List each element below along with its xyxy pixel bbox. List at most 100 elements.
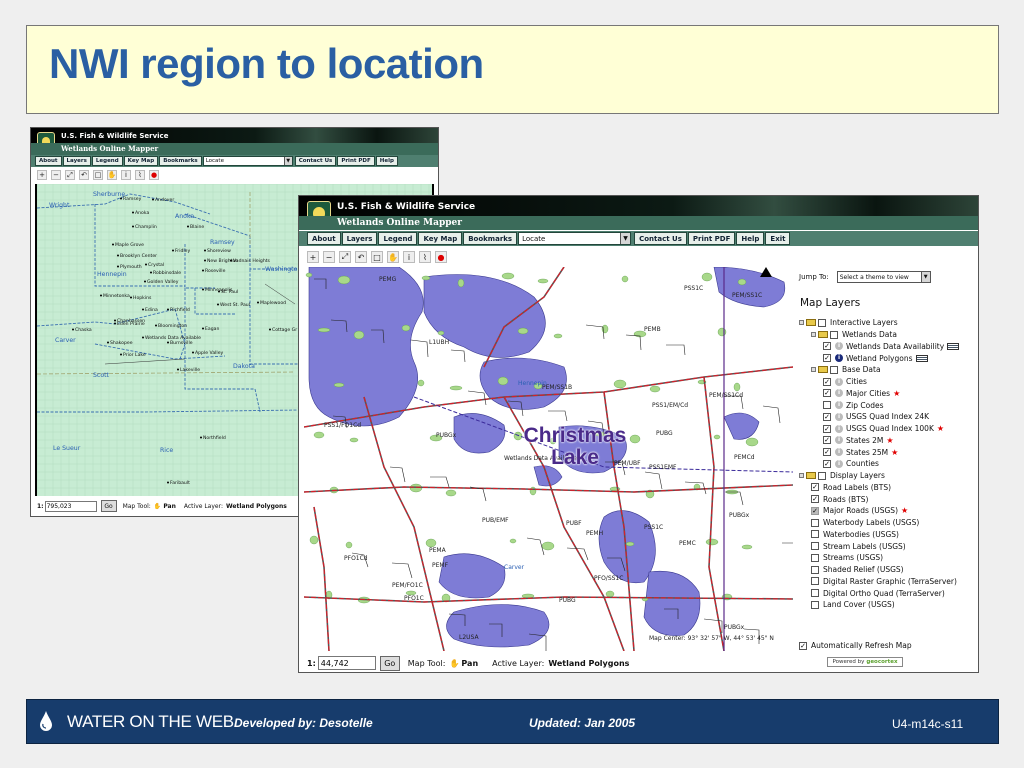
expand-toggle-icon[interactable]: [799, 320, 804, 326]
place-label: Richfield: [170, 307, 190, 313]
city-dot: [202, 327, 204, 330]
chevron-down-icon[interactable]: ▼: [283, 157, 292, 165]
auto-refresh-checkbox[interactable]: ✓: [799, 641, 807, 650]
wetland-code-label: PEMH: [586, 530, 603, 537]
menu-print-pdf[interactable]: Print PDF: [337, 156, 375, 166]
layer-checkbox[interactable]: [811, 518, 819, 527]
legend-icon[interactable]: [947, 342, 960, 350]
menu-legend[interactable]: Legend: [91, 156, 123, 166]
city-dot: [218, 290, 220, 293]
identify-icon[interactable]: i: [121, 170, 131, 180]
identify-icon[interactable]: i: [403, 251, 415, 263]
info-icon[interactable]: i: [835, 412, 843, 421]
layer-checkbox[interactable]: ✓: [811, 483, 819, 492]
theme-select[interactable]: Select a theme to view ▼: [836, 271, 931, 283]
layer-checkbox[interactable]: [811, 530, 819, 539]
menu-about[interactable]: About: [35, 156, 62, 166]
pan-hand-icon[interactable]: ✋: [107, 170, 117, 180]
info-icon[interactable]: i: [835, 459, 843, 468]
info-icon[interactable]: i: [835, 424, 843, 433]
menu-exit[interactable]: Exit: [765, 232, 791, 245]
menu-about[interactable]: About: [307, 232, 341, 245]
layer-checkbox[interactable]: [830, 330, 838, 339]
info-icon[interactable]: i: [835, 401, 843, 410]
expand-toggle-icon[interactable]: [799, 473, 804, 479]
zoom-out-icon[interactable]: −: [323, 251, 335, 263]
agency-name: U.S. Fish & Wildlife Service: [337, 202, 476, 212]
menu-contact-us[interactable]: Contact Us: [294, 156, 337, 166]
redline-icon[interactable]: ●: [149, 170, 159, 180]
city-dot: [204, 259, 206, 262]
wetland-code-label: PEMB: [644, 326, 661, 333]
scale-input[interactable]: [44, 500, 97, 512]
layer-checkbox[interactable]: ✓: [823, 354, 831, 363]
layer-checkbox[interactable]: ✓: [823, 342, 831, 351]
menu-help[interactable]: Help: [736, 232, 765, 245]
layer-checkbox[interactable]: [830, 365, 838, 374]
redline-icon[interactable]: ●: [435, 251, 447, 263]
menu-bookmarks[interactable]: Bookmarks: [463, 232, 518, 245]
menu-legend[interactable]: Legend: [378, 232, 418, 245]
locate-select[interactable]: Locate ▼: [202, 156, 293, 166]
layer-checkbox[interactable]: [811, 542, 819, 551]
go-button[interactable]: Go: [379, 655, 400, 671]
info-icon[interactable]: i: [835, 448, 843, 457]
info-icon[interactable]: i: [835, 436, 843, 445]
menu-key-map[interactable]: Key Map: [123, 156, 159, 166]
menu-bookmarks[interactable]: Bookmarks: [159, 156, 202, 166]
layer-checkbox[interactable]: [823, 401, 831, 410]
expand-toggle-icon[interactable]: [811, 367, 816, 373]
zoom-box-icon[interactable]: □: [371, 251, 383, 263]
layer-checkbox[interactable]: [811, 600, 819, 609]
layer-checkbox[interactable]: ✓: [823, 389, 831, 398]
layer-label: Wetlands Data Availability: [846, 341, 945, 351]
layer-checkbox[interactable]: ✓: [811, 495, 819, 504]
wetland-patch: [497, 376, 509, 386]
info-icon[interactable]: i: [835, 389, 843, 398]
layer-checkbox[interactable]: [811, 565, 819, 574]
layer-checkbox[interactable]: ✓: [823, 424, 831, 433]
chevron-down-icon[interactable]: ▼: [620, 233, 631, 244]
scale-input[interactable]: [317, 656, 376, 670]
zoom-previous-icon[interactable]: ↶: [355, 251, 367, 263]
legend-icon[interactable]: [915, 354, 928, 362]
zoom-box-icon[interactable]: □: [93, 170, 103, 180]
layer-checkbox[interactable]: [818, 471, 826, 480]
full-extent-icon[interactable]: ⤢: [65, 170, 75, 180]
layer-checkbox[interactable]: ✓: [823, 436, 831, 445]
menu-help[interactable]: Help: [375, 156, 398, 166]
info-icon[interactable]: i: [835, 342, 843, 351]
layer-checkbox[interactable]: ✓: [823, 412, 831, 421]
layer-checkbox[interactable]: [811, 589, 819, 598]
layer-checkbox[interactable]: ✓: [811, 506, 819, 515]
zoom-in-icon[interactable]: +: [37, 170, 47, 180]
menu-layers[interactable]: Layers: [341, 232, 378, 245]
menu-contact-us[interactable]: Contact Us: [634, 232, 687, 245]
measure-icon[interactable]: ⌇: [419, 251, 431, 263]
layer-checkbox[interactable]: ✓: [823, 377, 831, 386]
info-icon[interactable]: i: [835, 377, 843, 386]
layer-checkbox[interactable]: [811, 577, 819, 586]
place-label: Rice: [160, 447, 173, 454]
powered-by-badge[interactable]: Powered by geocortex: [827, 657, 903, 667]
expand-toggle-icon[interactable]: [811, 332, 816, 338]
menu-layers[interactable]: Layers: [62, 156, 91, 166]
menu-print-pdf[interactable]: Print PDF: [687, 232, 736, 245]
wetland-patch: [421, 275, 431, 281]
zoom-previous-icon[interactable]: ↶: [79, 170, 89, 180]
layer-checkbox[interactable]: ✓: [823, 448, 831, 457]
chevron-down-icon[interactable]: ▼: [920, 272, 930, 282]
layer-checkbox[interactable]: ✓: [823, 459, 831, 468]
full-extent-icon[interactable]: ⤢: [339, 251, 351, 263]
layer-checkbox[interactable]: [811, 553, 819, 562]
zoom-in-icon[interactable]: +: [307, 251, 319, 263]
layer-checkbox[interactable]: [818, 318, 826, 327]
go-button[interactable]: Go: [100, 500, 117, 512]
pan-hand-icon[interactable]: ✋: [387, 251, 399, 263]
city-dot: [142, 336, 144, 339]
zoom-out-icon[interactable]: −: [51, 170, 61, 180]
info-icon[interactable]: i: [835, 354, 843, 363]
menu-key-map[interactable]: Key Map: [418, 232, 463, 245]
locate-select[interactable]: Locate ▼: [518, 232, 632, 245]
measure-icon[interactable]: ⌇: [135, 170, 145, 180]
